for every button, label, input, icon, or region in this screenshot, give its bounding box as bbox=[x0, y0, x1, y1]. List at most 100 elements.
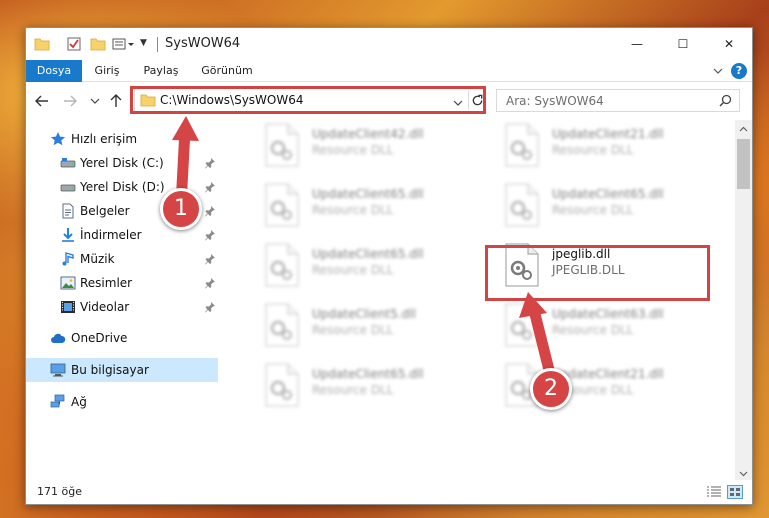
dll-file-icon bbox=[264, 242, 300, 288]
tab-paylas[interactable]: Paylaş bbox=[138, 60, 184, 82]
search-input[interactable]: Ara: SysWOW64 bbox=[496, 89, 740, 112]
file-name: UpdateClient65.dll bbox=[312, 367, 424, 381]
drive-icon bbox=[60, 155, 76, 171]
dll-file-icon bbox=[504, 302, 540, 348]
address-dropdown-icon[interactable] bbox=[453, 96, 463, 106]
step-badge-2: 2 bbox=[530, 368, 572, 410]
close-button[interactable]: ✕ bbox=[706, 28, 752, 60]
nav-item-label: Resimler bbox=[80, 276, 133, 290]
nav-item-label: Yerel Disk (D:) bbox=[80, 180, 165, 194]
help-icon[interactable]: ? bbox=[731, 63, 747, 79]
properties-icon[interactable] bbox=[66, 36, 82, 52]
large-icons-view-icon[interactable] bbox=[727, 485, 743, 499]
file-name: UpdateClient42.dll bbox=[312, 127, 424, 141]
scrollbar-thumb[interactable] bbox=[737, 139, 750, 189]
folder-icon[interactable] bbox=[34, 36, 50, 52]
pin-icon[interactable] bbox=[204, 301, 216, 313]
vertical-scrollbar[interactable] bbox=[735, 120, 752, 482]
nav-item-local-disk-c[interactable]: Yerel Disk (C:) bbox=[26, 151, 218, 175]
quick-access-dropdown-icon[interactable]: ▼ bbox=[140, 38, 156, 54]
file-type: Resource DLL bbox=[312, 263, 394, 277]
nav-item-this-pc[interactable]: Bu bilgisayar bbox=[26, 358, 218, 382]
back-arrow-icon[interactable] bbox=[34, 93, 50, 109]
nav-item-label: Videolar bbox=[80, 300, 130, 314]
nav-item-label: İndirmeler bbox=[80, 228, 142, 242]
file-name: UpdateClient65.dll bbox=[312, 187, 424, 201]
details-view-icon[interactable] bbox=[706, 485, 722, 499]
nav-item-onedrive[interactable]: OneDrive bbox=[26, 326, 218, 350]
pin-icon[interactable] bbox=[204, 181, 216, 193]
file-type: Resource DLL bbox=[552, 323, 634, 337]
ribbon-tabs: Dosya Giriş Paylaş Görünüm ? bbox=[26, 60, 752, 82]
file-tile[interactable]: UpdateClient65.dll Resource DLL bbox=[246, 362, 476, 412]
nav-item-label: OneDrive bbox=[71, 331, 128, 345]
star-icon bbox=[50, 131, 66, 147]
ribbon-expand-chevron-icon[interactable] bbox=[712, 65, 724, 77]
address-row: C:\Windows\SysWOW64 Ara: SysWOW64 bbox=[26, 83, 752, 119]
file-tile[interactable]: UpdateClient65.dll Resource DLL bbox=[246, 242, 476, 292]
recent-locations-chevron-icon[interactable] bbox=[89, 93, 101, 109]
file-tile[interactable]: UpdateClient21.dll Resource DLL bbox=[486, 362, 716, 412]
file-tile[interactable]: UpdateClient63.dll Resource DLL bbox=[486, 302, 716, 352]
music-icon bbox=[60, 251, 76, 267]
customize-toolbar-icon[interactable] bbox=[112, 36, 138, 52]
file-tile[interactable]: UpdateClient65.dll Resource DLL bbox=[246, 182, 476, 232]
pin-icon[interactable] bbox=[204, 277, 216, 289]
search-placeholder: Ara: SysWOW64 bbox=[506, 94, 604, 108]
dll-file-icon bbox=[504, 242, 540, 288]
nav-item-label: Hızlı erişim bbox=[71, 132, 138, 146]
new-folder-icon[interactable] bbox=[90, 36, 106, 52]
file-tile[interactable]: UpdateClient42.dll Resource DLL bbox=[246, 122, 476, 172]
nav-item-music[interactable]: Müzik bbox=[26, 247, 218, 271]
search-icon[interactable] bbox=[719, 94, 732, 107]
nav-item-label: Bu bilgisayar bbox=[71, 363, 149, 377]
pin-icon[interactable] bbox=[204, 205, 216, 217]
tab-dosya[interactable]: Dosya bbox=[26, 60, 82, 82]
file-name: UpdateClient5.dll bbox=[312, 307, 416, 321]
file-type: Resource DLL bbox=[312, 203, 394, 217]
up-arrow-icon[interactable] bbox=[108, 93, 124, 109]
file-type: Resource DLL bbox=[312, 323, 394, 337]
status-bar: 171 öğe bbox=[26, 480, 752, 504]
file-tile[interactable]: UpdateClient65.dll Resource DLL bbox=[486, 182, 716, 232]
dll-file-icon bbox=[504, 182, 540, 228]
image-icon bbox=[60, 275, 76, 291]
dll-file-icon bbox=[264, 182, 300, 228]
cloud-icon bbox=[50, 330, 66, 346]
item-count: 171 öğe bbox=[37, 485, 82, 498]
file-tile-jpeglib[interactable]: jpeglib.dll JPEGLIB.DLL bbox=[486, 242, 716, 292]
tab-gorunum[interactable]: Görünüm bbox=[196, 60, 258, 82]
scroll-up-icon[interactable] bbox=[735, 120, 752, 137]
refresh-icon[interactable] bbox=[468, 91, 486, 109]
file-type: Resource DLL bbox=[312, 143, 394, 157]
pin-icon[interactable] bbox=[204, 253, 216, 265]
file-explorer-window: ▼ SysWOW64 — ☐ ✕ Dosya Giriş Paylaş Görü… bbox=[25, 27, 753, 505]
nav-item-label: Yerel Disk (C:) bbox=[80, 156, 164, 170]
file-tile[interactable]: UpdateClient5.dll Resource DLL bbox=[246, 302, 476, 352]
pin-icon[interactable] bbox=[204, 229, 216, 241]
address-bar[interactable]: C:\Windows\SysWOW64 bbox=[134, 88, 485, 112]
dll-file-icon bbox=[264, 122, 300, 168]
file-name: UpdateClient65.dll bbox=[552, 187, 664, 201]
pin-icon[interactable] bbox=[204, 157, 216, 169]
file-type: JPEGLIB.DLL bbox=[552, 263, 625, 277]
file-tile[interactable]: UpdateClient21.dll Resource DLL bbox=[486, 122, 716, 172]
title-separator bbox=[157, 37, 158, 52]
document-icon bbox=[60, 203, 76, 219]
nav-item-quick-access[interactable]: Hızlı erişim bbox=[26, 127, 218, 151]
tab-giris[interactable]: Giriş bbox=[86, 60, 128, 82]
file-type: Resource DLL bbox=[552, 203, 634, 217]
video-icon bbox=[60, 299, 76, 315]
nav-item-pictures[interactable]: Resimler bbox=[26, 271, 218, 295]
download-icon bbox=[60, 227, 76, 243]
step-badge-1: 1 bbox=[160, 188, 202, 230]
maximize-button[interactable]: ☐ bbox=[660, 28, 706, 60]
forward-arrow-icon[interactable] bbox=[62, 93, 78, 109]
minimize-button[interactable]: — bbox=[614, 28, 660, 60]
nav-item-videos[interactable]: Videolar bbox=[26, 295, 218, 319]
navigation-pane: Hızlı erişim Yerel Disk (C:) Yerel Disk … bbox=[26, 120, 218, 482]
folder-icon bbox=[140, 93, 156, 107]
address-path[interactable]: C:\Windows\SysWOW64 bbox=[160, 93, 304, 107]
window-title: SysWOW64 bbox=[165, 36, 241, 51]
nav-item-network[interactable]: Ağ bbox=[26, 390, 218, 414]
